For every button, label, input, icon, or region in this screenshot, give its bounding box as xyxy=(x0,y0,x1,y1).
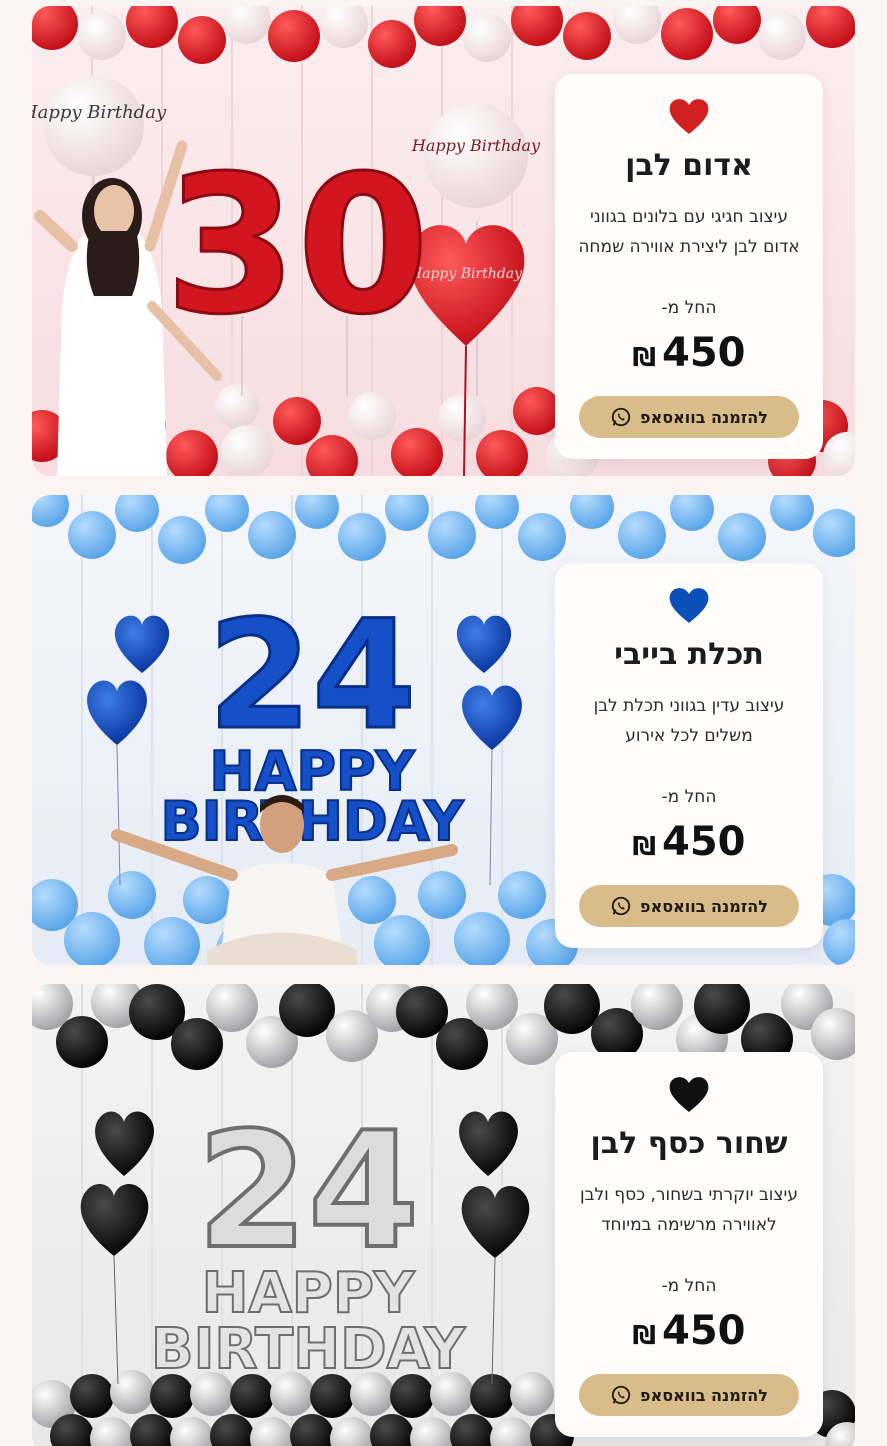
price-from-label: החל מ- xyxy=(661,1276,717,1296)
number-balloon: 30 xyxy=(165,135,429,356)
heart-icon xyxy=(555,1074,823,1118)
price-value: 450 xyxy=(662,330,746,376)
heart-icon xyxy=(555,96,823,140)
balloon-text: Happy Birthday xyxy=(32,102,167,123)
price-from-label: החל מ- xyxy=(661,298,717,318)
birthday-balloons: BIRTHDAY xyxy=(151,1317,467,1382)
package-info-panel: שחור כסף לבן עיצוב יוקרתי בשחור, כסף ולב… xyxy=(555,1052,823,1437)
whatsapp-order-button[interactable]: להזמנה בוואסאפ xyxy=(579,396,799,438)
package-info-panel: תכלת בייבי עיצוב עדין בגווני תכלת לבן מש… xyxy=(555,563,823,948)
whatsapp-order-label: להזמנה בוואסאפ xyxy=(640,1385,768,1405)
package-title: אדום לבן xyxy=(625,148,753,183)
whatsapp-order-button[interactable]: להזמנה בוואסאפ xyxy=(579,885,799,927)
package-title: תכלת בייבי xyxy=(614,637,764,672)
price-value: 450 xyxy=(662,819,746,865)
package-card-black-silver-white: 24 HAPPY BIRTHDAY שחור כסף לבן עיצוב יוק… xyxy=(32,984,855,1446)
whatsapp-icon xyxy=(611,407,631,427)
package-price: ₪ 450 xyxy=(555,819,823,865)
package-card-red-white: Happy Birthday Happy Birthday Happy Birt… xyxy=(32,6,855,476)
currency-symbol: ₪ xyxy=(632,832,656,862)
package-description: עיצוב יוקרתי בשחור, כסף ולבן לאווירה מרש… xyxy=(580,1185,798,1235)
package-info-panel: אדום לבן עיצוב חגיגי עם בלונים בגווני אד… xyxy=(555,74,823,459)
whatsapp-order-label: להזמנה בוואסאפ xyxy=(640,407,768,427)
number-balloon: 24 xyxy=(208,589,417,763)
birthday-balloons: BIRTHDAY xyxy=(161,790,465,853)
package-card-baby-blue: 24 HAPPY BIRTHDAY תכלת בייבי עיצוב עדין … xyxy=(32,495,855,965)
price-value: 450 xyxy=(662,1308,746,1354)
package-description: עיצוב עדין בגווני תכלת לבן משלים לכל איר… xyxy=(593,696,785,746)
package-price: ₪ 450 xyxy=(555,1308,823,1354)
price-from-label: החל מ- xyxy=(661,787,717,807)
package-title: שחור כסף לבן xyxy=(590,1126,788,1161)
whatsapp-order-label: להזמנה בוואסאפ xyxy=(640,896,768,916)
package-description: עיצוב חגיגי עם בלונים בגווני אדום לבן לי… xyxy=(578,207,800,257)
balloon-text: Happy Birthday xyxy=(411,136,541,155)
number-balloon: 24 xyxy=(197,1097,420,1284)
whatsapp-icon xyxy=(611,1385,631,1405)
currency-symbol: ₪ xyxy=(632,1321,656,1351)
package-price: ₪ 450 xyxy=(555,330,823,376)
heart-icon xyxy=(555,585,823,629)
whatsapp-icon xyxy=(611,896,631,916)
currency-symbol: ₪ xyxy=(632,343,656,373)
whatsapp-order-button[interactable]: להזמנה בוואסאפ xyxy=(579,1374,799,1416)
